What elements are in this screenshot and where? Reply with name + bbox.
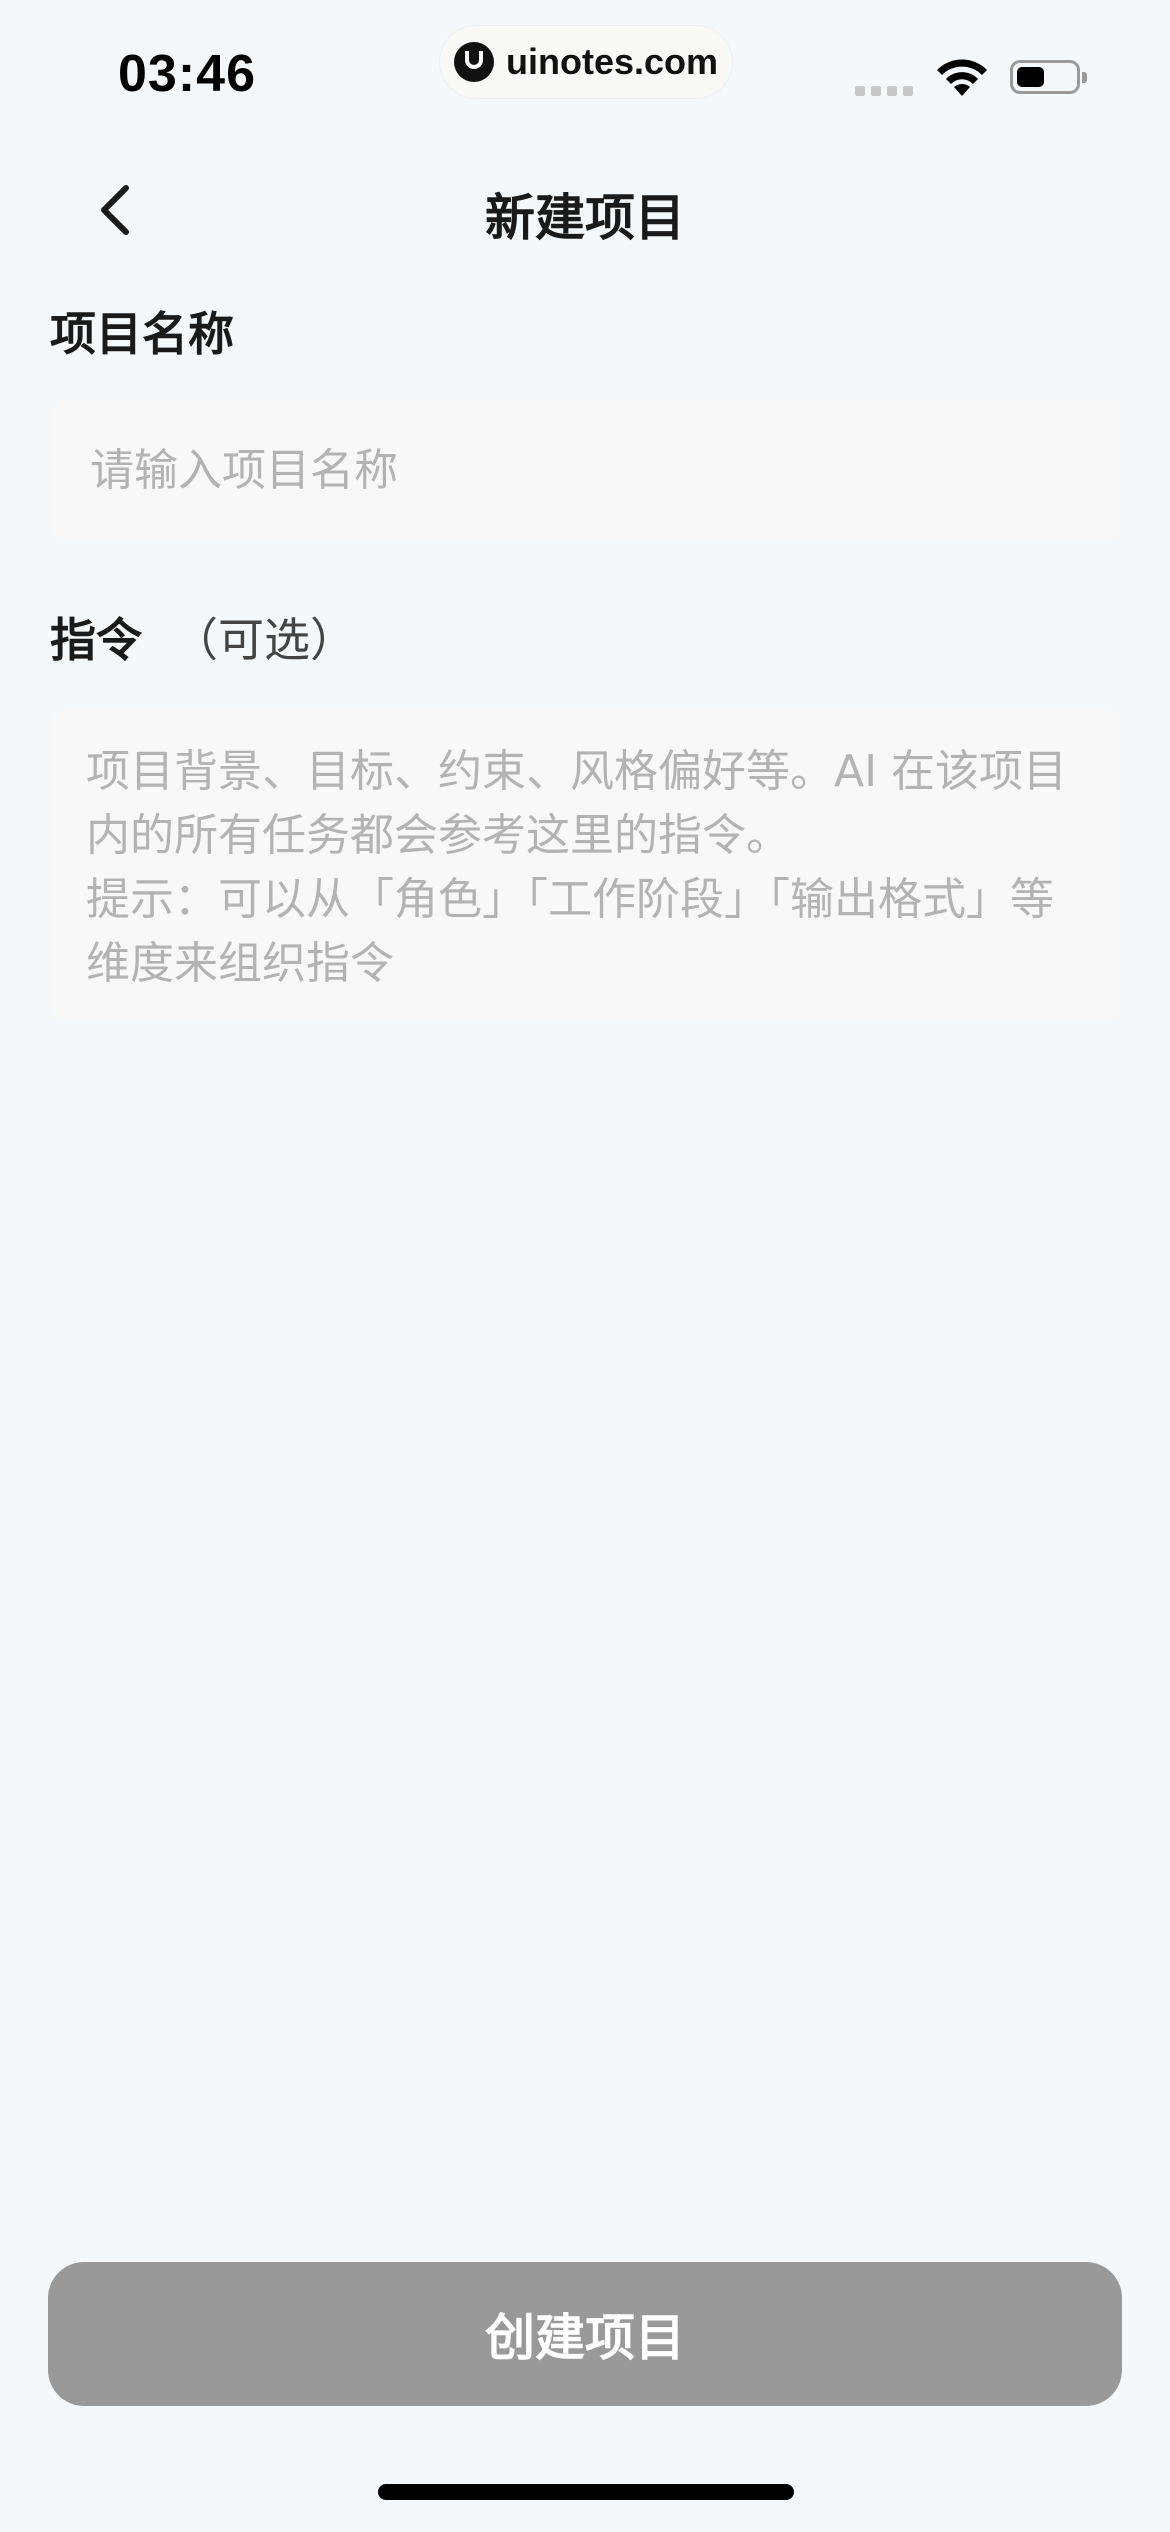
instruction-label-text: 指令 (50, 613, 142, 667)
status-bar: 03:46 uinotes.com (0, 0, 1170, 150)
instruction-label: 指令 （可选） (50, 604, 356, 670)
instruction-textarea[interactable] (50, 710, 1120, 1020)
create-project-button[interactable]: 创建项目 (48, 2262, 1122, 2406)
navigation-bar: 新建项目 (0, 160, 1170, 260)
project-name-input[interactable] (50, 400, 1120, 540)
wifi-icon (937, 59, 987, 96)
status-time: 03:46 (118, 45, 256, 103)
battery-icon (1010, 60, 1087, 94)
site-logo-icon (454, 42, 494, 82)
instruction-optional-tag: （可选） (172, 613, 356, 667)
battery-level (1017, 67, 1044, 87)
project-name-label: 项目名称 (50, 307, 234, 361)
page-title: 新建项目 (485, 189, 685, 247)
home-indicator (378, 2484, 794, 2500)
url-text: uinotes.com (506, 41, 719, 82)
cellular-signal-icon (855, 86, 913, 96)
url-pill: uinotes.com (440, 26, 732, 98)
